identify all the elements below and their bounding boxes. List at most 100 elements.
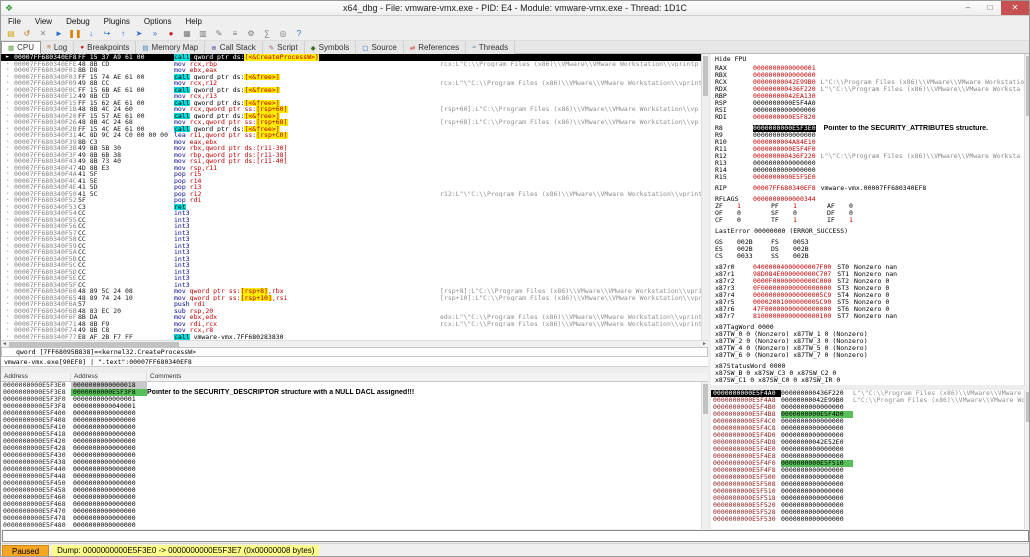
minimize-button[interactable]: – <box>957 1 979 15</box>
register-name: R12 <box>715 153 727 160</box>
tab-references[interactable]: ⇄ References <box>403 41 467 54</box>
help-icon[interactable]: ? <box>291 27 307 40</box>
flag-value[interactable]: 1 <box>737 203 771 210</box>
step-into-icon[interactable]: ↓ <box>83 27 99 40</box>
restart-icon[interactable]: ↺ <box>19 27 35 40</box>
registers-scrollbar[interactable] <box>1024 54 1029 385</box>
flag-value[interactable]: 002B <box>793 253 827 260</box>
flag-value[interactable]: 0033 <box>737 253 771 260</box>
stack-comment <box>853 453 1024 460</box>
register-value-x87r1[interactable]: 98D084E000000000C707 <box>753 271 831 278</box>
menu-file[interactable]: File <box>1 17 28 26</box>
menu-plugins[interactable]: Plugins <box>97 17 137 26</box>
script-icon[interactable]: ✎ <box>211 27 227 40</box>
tab-cpu[interactable]: ▦ CPU <box>1 41 42 54</box>
disasm-vertical-scrollbar[interactable] <box>701 54 708 340</box>
register-value-r8[interactable]: 0000000000E5F3E0 <box>753 125 816 132</box>
memory-map-icon[interactable]: ▦ <box>179 27 195 40</box>
run-icon[interactable]: ► <box>51 27 67 40</box>
tab-script[interactable]: ✎ Script <box>262 41 305 54</box>
tab-call-stack[interactable]: ≣ Call Stack <box>205 41 263 54</box>
register-value-r9[interactable]: 0000000000000000 <box>753 132 816 139</box>
tab-threads[interactable]: ≈ Threads <box>466 41 516 54</box>
maximize-button[interactable]: □ <box>979 1 1001 15</box>
calculator-icon[interactable]: ∑ <box>259 27 275 40</box>
tab-memory-map[interactable]: ▤ Memory Map <box>136 41 206 54</box>
register-value-x87r5[interactable]: 00002001000000005C90 <box>753 299 831 306</box>
flag-value[interactable]: 0 <box>737 210 771 217</box>
flag-value[interactable]: 0 <box>737 217 771 224</box>
menu-help[interactable]: Help <box>179 17 209 26</box>
menu-view[interactable]: View <box>28 17 59 26</box>
register-value-x87r4[interactable]: 000000000000000005C9 <box>753 292 831 299</box>
menu-debug[interactable]: Debug <box>59 17 97 26</box>
run-to-cursor-icon[interactable]: ➤ <box>131 27 147 40</box>
register-value-x87r2[interactable]: 0000F00000000000C000 <box>753 278 831 285</box>
disasm-horizontal-scrollbar[interactable]: ◄ ► <box>1 340 708 347</box>
flag-value[interactable]: 0 <box>793 210 827 217</box>
flag-value[interactable]: 1 <box>793 203 827 210</box>
register-value-rsi[interactable]: 0000000000000000 <box>753 107 816 114</box>
dump-comment <box>147 494 701 501</box>
menu-options[interactable]: Options <box>137 17 179 26</box>
hide-fpu-button[interactable]: Hide FPU <box>715 56 1024 65</box>
dump-scrollbar[interactable] <box>701 382 708 529</box>
register-value-rbp[interactable]: 00000000042EA130 <box>753 93 816 100</box>
register-value-r11[interactable]: 0000000000E5F4F0 <box>753 146 816 153</box>
step-over-icon[interactable]: ↪ <box>99 27 115 40</box>
tab-breakpoints[interactable]: ● Breakpoints <box>74 41 137 54</box>
command-input[interactable] <box>2 530 1029 542</box>
tab-label: Call Stack <box>219 43 256 52</box>
register-value-r12[interactable]: 000000000436F220 <box>753 153 816 160</box>
flag-value[interactable]: 002B <box>793 246 827 253</box>
register-value-x87r0[interactable]: 04000004000000007F00 <box>753 264 831 271</box>
register-value-x87r3[interactable]: 0F000000000000000000 <box>753 285 831 292</box>
register-value-r13[interactable]: 0000000000000000 <box>753 160 816 167</box>
tab-symbols[interactable]: ◆ Symbols <box>304 41 357 54</box>
stack-scrollbar[interactable] <box>1024 390 1029 529</box>
search-icon[interactable]: ◎ <box>275 27 291 40</box>
register-name: RFLAGS <box>715 196 739 203</box>
close-button[interactable]: ✕ <box>1001 1 1029 15</box>
flag-value[interactable]: 1 <box>793 217 827 224</box>
register-row: x87r5 00002001000000005C90 ST5 Nonzero 0 <box>715 299 1024 306</box>
settings-icon[interactable]: ⚙ <box>243 27 259 40</box>
register-value-x87r6[interactable]: 47F00000000000000000 <box>753 306 831 313</box>
instruction-comment: rcx:L"C:\\Program Files (x86)\\VMware\\V… <box>440 60 699 67</box>
register-value-rdi[interactable]: 0000000000E5F820 <box>753 114 816 121</box>
register-value-rbx[interactable]: 0000000000000000 <box>753 72 816 79</box>
dump-row[interactable]: 0000000000E5F480 0000000000000000 <box>1 522 701 529</box>
log-icon[interactable]: ≡ <box>227 27 243 40</box>
tab-log[interactable]: ≡ Log <box>41 41 75 54</box>
animate-icon[interactable]: » <box>147 27 163 40</box>
register-value-r15[interactable]: 0000000000E5F5E0 <box>753 174 816 181</box>
register-value-rip[interactable]: 00007FF680340EF8 <box>753 185 816 192</box>
flag-value[interactable]: 002B <box>737 246 771 253</box>
register-value-rcx[interactable]: 00000000042E99B0 <box>753 79 816 86</box>
st-detail: Nonzero 0 <box>854 285 890 292</box>
flag-value[interactable]: 0053 <box>793 239 827 246</box>
open-file-icon[interactable]: ▤ <box>3 27 19 40</box>
register-value-r14[interactable]: 0000000000000000 <box>753 167 816 174</box>
scrollbar-thumb[interactable] <box>1026 56 1029 116</box>
flag-value[interactable]: 0 <box>849 203 883 210</box>
scrollbar-thumb[interactable] <box>1026 392 1029 422</box>
flag-value[interactable]: 002B <box>737 239 771 246</box>
stack-row[interactable]: 0000000000E5F530 0000000000000000 <box>711 516 1024 523</box>
register-value-rdx[interactable]: 000000000436F220 <box>753 86 816 93</box>
register-value-rsp[interactable]: 0000000000E5F4A0 <box>753 100 816 107</box>
call-stack-icon[interactable]: ▥ <box>195 27 211 40</box>
flag-value[interactable]: 1 <box>849 217 883 224</box>
close-debuggee-icon[interactable]: ✕ <box>35 27 51 40</box>
breakpoint-icon[interactable]: ● <box>163 27 179 40</box>
tab-source[interactable]: ▢ Source <box>356 41 404 54</box>
register-name: RCX <box>715 79 727 86</box>
register-name: R9 <box>715 132 723 139</box>
register-value-rflags[interactable]: 0000000000000344 <box>753 196 816 203</box>
register-value-rax[interactable]: 0000000000000001 <box>753 65 816 72</box>
flag-value[interactable]: 0 <box>849 210 883 217</box>
register-value-x87r7[interactable]: 81000000000000000100 <box>753 313 831 320</box>
step-out-icon[interactable]: ↑ <box>115 27 131 40</box>
pause-icon[interactable]: ❚❚ <box>67 27 83 40</box>
register-value-r10[interactable]: 0000000004A84E10 <box>753 139 816 146</box>
